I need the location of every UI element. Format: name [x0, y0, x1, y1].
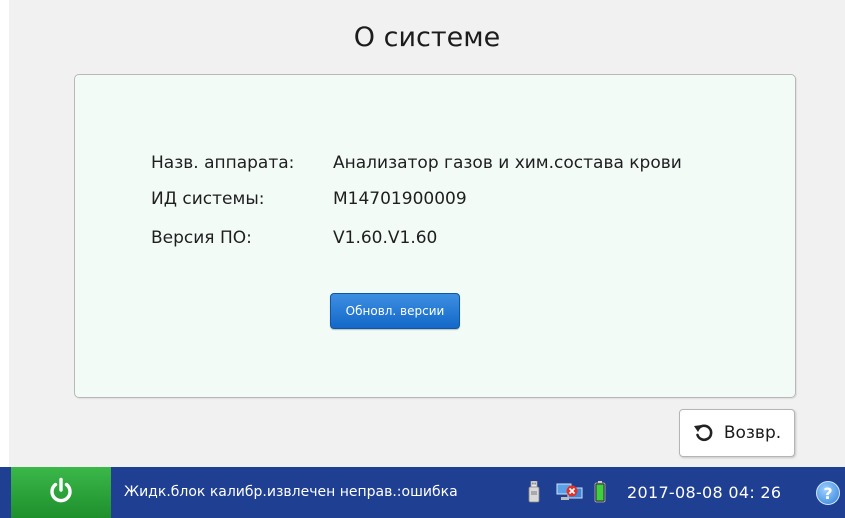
system-info-panel: Назв. аппарата: Анализатор газов и хим.с…	[74, 74, 796, 398]
power-icon	[46, 476, 76, 510]
help-icon[interactable]: ?	[816, 481, 840, 505]
battery-icon	[594, 481, 606, 507]
page-title: О системе	[353, 22, 501, 53]
main-screen: О системе Назв. аппарата: Анализатор газ…	[9, 0, 845, 518]
software-version-label: Версия ПО:	[151, 228, 252, 248]
device-name-label: Назв. аппарата:	[151, 153, 295, 173]
update-version-button[interactable]: Обновл. версии	[330, 293, 460, 329]
network-error-icon	[556, 482, 584, 506]
system-id-value: M14701900009	[333, 189, 467, 209]
undo-arrow-icon	[693, 422, 715, 444]
usb-icon	[528, 480, 540, 507]
power-button[interactable]	[11, 467, 111, 518]
date-time: 2017-08-08 04: 26	[627, 483, 782, 502]
status-message: Жидк.блок калибр.извлечен неправ.:ошибка	[124, 484, 458, 500]
back-button[interactable]: Возвр.	[679, 409, 795, 457]
software-version-value: V1.60.V1.60	[333, 228, 438, 248]
status-bar: Жидк.блок калибр.извлечен неправ.:ошибка…	[0, 467, 845, 518]
device-name-value: Анализатор газов и хим.состава крови	[333, 153, 682, 173]
system-id-label: ИД системы:	[151, 189, 265, 209]
back-button-label: Возвр.	[723, 423, 782, 443]
